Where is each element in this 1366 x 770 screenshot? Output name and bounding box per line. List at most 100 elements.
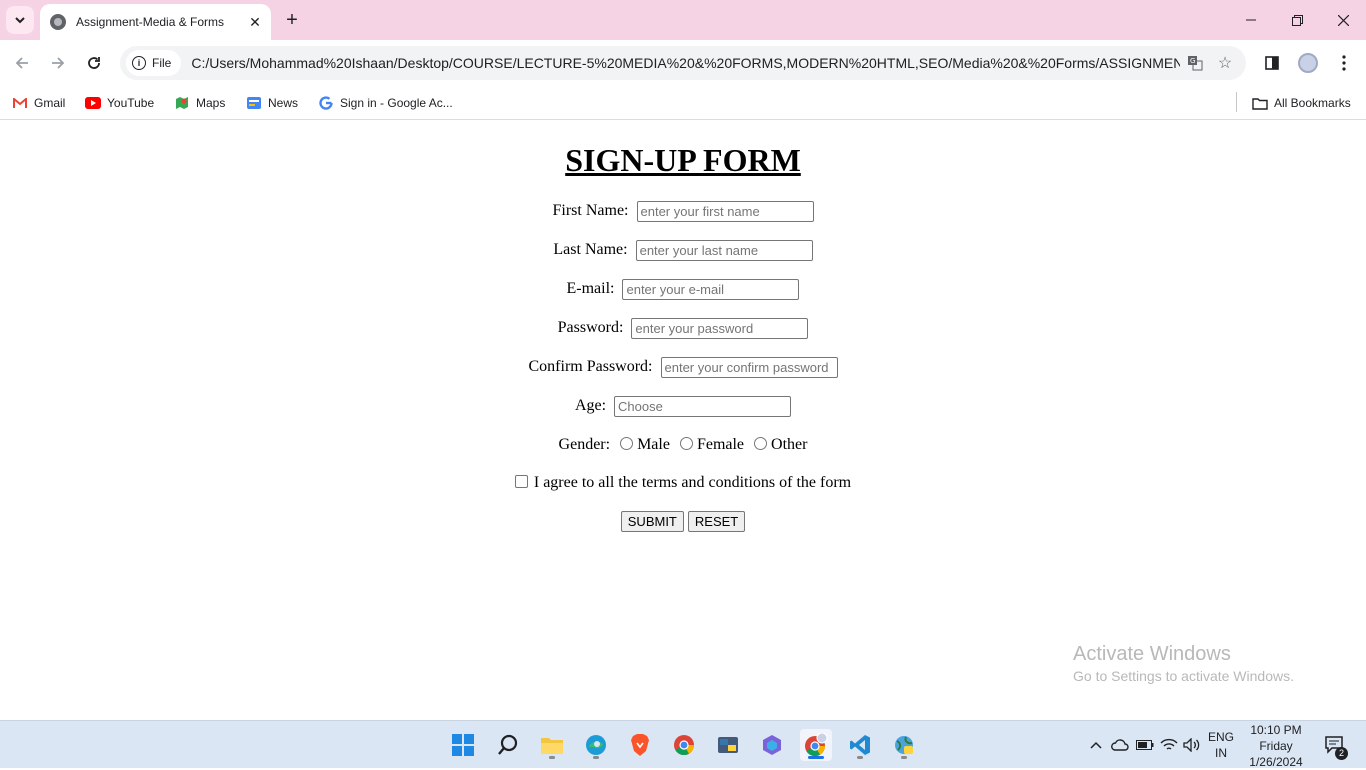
lang-code: ENG xyxy=(1207,730,1234,744)
avatar xyxy=(1298,53,1318,73)
clock-time: 10:10 PM xyxy=(1250,723,1302,737)
close-window-button[interactable] xyxy=(1320,0,1366,40)
tab-search-button[interactable] xyxy=(6,6,34,34)
terms-label: I agree to all the terms and conditions … xyxy=(533,474,852,491)
battery-tray-button[interactable] xyxy=(1134,721,1156,769)
menu-button[interactable] xyxy=(1329,48,1359,78)
folder-icon xyxy=(541,738,563,754)
confirm-password-input[interactable] xyxy=(660,357,838,378)
python-icon xyxy=(718,737,738,753)
python-idle-button[interactable] xyxy=(712,729,744,761)
edge-icon xyxy=(586,735,606,755)
reload-button[interactable] xyxy=(79,48,109,78)
input-language-indicator[interactable]: ENG IN xyxy=(1206,721,1236,769)
activate-windows-watermark: Activate Windows Go to Settings to activ… xyxy=(1073,643,1294,684)
clock[interactable]: 10:10 PM Friday 1/26/2024 xyxy=(1240,721,1312,769)
age-input[interactable] xyxy=(614,396,792,417)
email-label: E-mail: xyxy=(566,280,615,298)
minimize-icon xyxy=(1246,19,1256,21)
reload-icon xyxy=(88,57,100,69)
gender-female-radio[interactable] xyxy=(679,437,693,450)
close-tab-icon[interactable]: ✕ xyxy=(245,12,265,32)
lang-region: IN xyxy=(1215,746,1227,760)
bookmark-label: YouTube xyxy=(107,96,155,110)
url-text[interactable]: C:/Users/Mohammad%20Ishaan/Desktop/COURS… xyxy=(191,55,1180,71)
terms-checkbox[interactable] xyxy=(514,475,528,488)
start-button[interactable] xyxy=(447,729,479,761)
wifi-tray-button[interactable] xyxy=(1158,721,1180,769)
windows-icon xyxy=(452,734,474,756)
translate-icon[interactable]: G xyxy=(1180,48,1210,78)
show-hidden-icons-button[interactable] xyxy=(1086,721,1106,769)
bookmark-google-signin[interactable]: Sign in - Google Ac... xyxy=(318,92,453,114)
first-name-input[interactable] xyxy=(636,201,814,222)
gender-label: Gender: xyxy=(558,436,611,453)
forward-button[interactable] xyxy=(43,48,73,78)
arrow-left-icon xyxy=(15,57,28,69)
close-icon xyxy=(1337,14,1349,26)
taskbar: ENG IN 10:10 PM Friday 1/26/2024 2 xyxy=(0,720,1366,769)
copilot-button[interactable] xyxy=(756,729,788,761)
chevron-down-icon xyxy=(15,17,25,24)
globe-icon xyxy=(50,14,66,30)
restore-button[interactable] xyxy=(1274,0,1320,40)
clock-day: Friday xyxy=(1259,739,1293,753)
edge-button[interactable] xyxy=(580,729,612,761)
terms-row: I agree to all the terms and conditions … xyxy=(0,474,1366,492)
file-explorer-button[interactable] xyxy=(536,729,568,761)
onedrive-tray-button[interactable] xyxy=(1109,721,1131,769)
chrome-button[interactable] xyxy=(668,729,700,761)
active-tab[interactable]: Assignment-Media & Forms ✕ xyxy=(40,4,271,40)
bookmark-label: Sign in - Google Ac... xyxy=(340,96,453,110)
buttons-row: SUBMIT RESET xyxy=(0,511,1366,532)
password-row: Password: xyxy=(0,318,1366,339)
folder-icon xyxy=(1252,95,1268,111)
volume-icon xyxy=(1183,738,1200,752)
bookmark-maps[interactable]: Maps xyxy=(174,92,225,114)
volume-tray-button[interactable] xyxy=(1181,721,1203,769)
chrome-profile-icon xyxy=(805,733,828,757)
bookmark-gmail[interactable]: Gmail xyxy=(12,92,65,114)
notification-center-button[interactable]: 2 xyxy=(1320,721,1350,769)
gender-male-label: Male xyxy=(637,436,670,453)
last-name-row: Last Name: xyxy=(0,240,1366,261)
vscode-button[interactable] xyxy=(844,729,876,761)
taskbar-search-button[interactable] xyxy=(492,729,524,761)
site-chip-label: File xyxy=(152,56,172,70)
reset-button[interactable]: RESET xyxy=(687,511,746,532)
running-indicator xyxy=(857,756,863,759)
address-bar[interactable]: i File C:/Users/Mohammad%20Ishaan/Deskto… xyxy=(120,46,1246,80)
maps-icon xyxy=(174,95,190,111)
watermark-subtitle: Go to Settings to activate Windows. xyxy=(1073,668,1294,684)
email-input[interactable] xyxy=(622,279,800,300)
last-name-input[interactable] xyxy=(635,240,813,261)
site-info-chip[interactable]: i File xyxy=(126,50,182,76)
password-label: Password: xyxy=(557,319,624,337)
all-bookmarks-button[interactable]: All Bookmarks xyxy=(1252,92,1351,114)
gender-other-radio[interactable] xyxy=(754,437,768,450)
new-tab-button[interactable]: + xyxy=(280,8,304,32)
running-indicator xyxy=(593,756,599,759)
submit-button[interactable]: SUBMIT xyxy=(620,511,684,532)
tab-bar: Assignment-Media & Forms ✕ + xyxy=(0,0,1366,40)
gender-female-label: Female xyxy=(696,436,745,453)
browser-toolbar: i File C:/Users/Mohammad%20Ishaan/Deskto… xyxy=(0,40,1366,86)
bookmark-star-icon[interactable]: ☆ xyxy=(1210,48,1240,78)
bookmark-label: Maps xyxy=(196,96,226,110)
brave-button[interactable] xyxy=(624,729,656,761)
side-panel-button[interactable] xyxy=(1257,48,1287,78)
password-input[interactable] xyxy=(631,318,809,339)
bookmark-youtube[interactable]: YouTube xyxy=(85,92,154,114)
last-name-label: Last Name: xyxy=(553,241,628,259)
bookmark-news[interactable]: News xyxy=(246,92,298,114)
profile-button[interactable] xyxy=(1293,48,1323,78)
confirm-password-row: Confirm Password: xyxy=(0,357,1366,378)
chrome-icon xyxy=(674,735,695,756)
minimize-button[interactable] xyxy=(1228,0,1274,40)
battery-icon xyxy=(1136,740,1154,750)
gender-male-radio[interactable] xyxy=(620,437,634,450)
python-app-button[interactable] xyxy=(888,729,920,761)
news-icon xyxy=(246,95,262,111)
chrome-profile-button[interactable] xyxy=(800,729,832,761)
back-button[interactable] xyxy=(7,48,37,78)
